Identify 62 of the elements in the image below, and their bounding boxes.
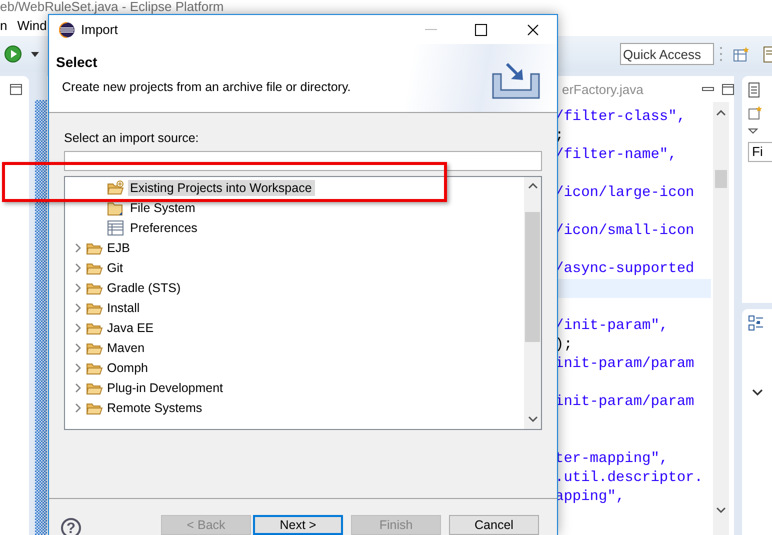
code-line: /filter-class", [555, 108, 687, 127]
code-line: /icon/small-icon [555, 222, 696, 241]
menu-item[interactable]: Wind [17, 18, 47, 32]
wizard-button[interactable]: Next > [253, 515, 343, 535]
page-description: Create new projects from an archive file or directory. [61, 80, 352, 94]
close-icon[interactable] [527, 24, 539, 36]
tree-item[interactable]: EJB [105, 240, 133, 256]
eclipse-logo-icon [59, 22, 75, 38]
perspective-icon[interactable] [733, 46, 750, 62]
code-line: /init-param", [555, 317, 670, 336]
maximize-icon[interactable] [10, 84, 22, 95]
code-line: /filter-name", [555, 146, 678, 165]
maximize-icon[interactable] [475, 24, 487, 36]
document-icon[interactable] [748, 82, 760, 98]
tree-item[interactable]: Java EE [105, 320, 157, 336]
tree-item[interactable]: Gradle (STS) [105, 280, 184, 296]
dialog-title: Import [81, 22, 118, 37]
tree-item[interactable]: Remote Systems [105, 400, 206, 416]
minimize-icon[interactable] [702, 85, 714, 93]
tree-item[interactable]: Install [105, 300, 143, 316]
scrollbar-thumb[interactable] [715, 170, 727, 188]
window-title: eb/WebRuleSet.java - Eclipse Platform [0, 0, 772, 14]
grip-icon [719, 45, 723, 63]
code-line: /async-supported [555, 260, 696, 279]
tree-item[interactable]: Maven [105, 340, 148, 356]
folder-plus-icon [107, 180, 124, 196]
code-line: ter-mapping", [555, 450, 670, 469]
tree-item[interactable]: Plug-in Development [105, 380, 226, 396]
editor-icon[interactable] [762, 46, 772, 62]
tree-item[interactable]: Preferences [128, 220, 200, 236]
folder-icon [107, 200, 124, 216]
maximize-icon[interactable] [722, 84, 734, 94]
new-item-icon[interactable] [748, 106, 762, 120]
source-label: Select an import source: [64, 131, 200, 145]
filter-field[interactable]: Fi [748, 142, 772, 162]
import-banner-icon [491, 62, 541, 100]
tree-item[interactable]: Existing Projects into Workspace [128, 180, 315, 196]
dropdown-icon[interactable] [748, 128, 758, 134]
quick-access-field[interactable]: Quick Access [620, 43, 714, 65]
scroll-up-icon[interactable] [716, 110, 726, 116]
code-line: init-param/param [555, 393, 696, 412]
caret-icon[interactable] [31, 52, 39, 56]
code-line: init-param/param [555, 355, 696, 374]
code-line: /icon/large-icon [555, 184, 696, 203]
run-icon[interactable] [4, 45, 22, 63]
outline-icon[interactable] [748, 314, 764, 330]
code-line: ); [555, 336, 574, 355]
tree-item[interactable]: Git [105, 260, 126, 276]
scroll-down-icon[interactable] [716, 507, 726, 513]
code-line: .util.descriptor. [555, 469, 704, 488]
tree-item[interactable]: Oomph [105, 360, 151, 376]
scroll-up-icon[interactable] [528, 183, 538, 189]
preferences-icon [107, 220, 124, 236]
menu-item[interactable]: n [0, 18, 8, 32]
help-button[interactable]: ? [61, 518, 81, 535]
scroll-down-icon[interactable] [528, 416, 538, 422]
scrollbar-thumb[interactable] [525, 212, 540, 342]
tree-item[interactable]: File System [128, 200, 198, 216]
page-heading: Select [56, 54, 98, 70]
code-line: apping", [555, 488, 626, 507]
chevron-icon[interactable] [752, 388, 763, 396]
wizard-button[interactable]: Cancel [449, 515, 539, 535]
